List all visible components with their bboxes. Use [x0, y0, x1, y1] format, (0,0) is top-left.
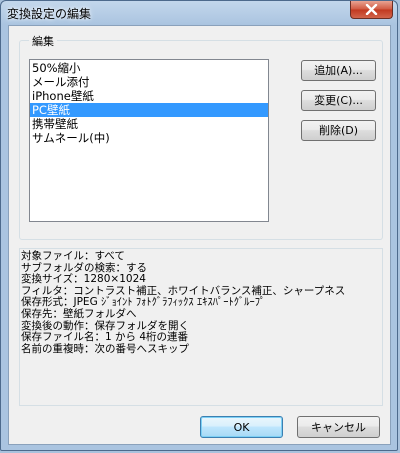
summary-line: 保存ファイル名：1 から 4桁の連番 — [21, 331, 189, 344]
dialog-window: 変換設定の編集 編集 50%縮小 メール添付 iPhone壁紙 PC壁紙 携帯壁紙 サムネ… — [0, 0, 398, 451]
list-item[interactable]: 50%縮小 — [30, 61, 268, 75]
window-title: 変換設定の編集 — [7, 7, 92, 21]
settings-summary-panel: 対象ファイル：すべて サブフォルダの検索：する 変換サイズ：1280×1024 フィル… — [19, 248, 383, 406]
ok-button[interactable]: OK — [200, 416, 283, 438]
dialog-body: 編集 50%縮小 メール添付 iPhone壁紙 PC壁紙 携帯壁紙 サムネール(中) 追加… — [8, 25, 391, 445]
close-icon — [365, 4, 378, 15]
list-item[interactable]: 携帯壁紙 — [30, 117, 268, 131]
preset-listbox[interactable]: 50%縮小 メール添付 iPhone壁紙 PC壁紙 携帯壁紙 サムネール(中) — [29, 59, 269, 222]
close-button[interactable] — [350, 1, 393, 19]
title-bar[interactable]: 変換設定の編集 — [1, 1, 399, 25]
edit-group-label: 編集 — [29, 33, 57, 49]
edit-group: 編集 50%縮小 メール添付 iPhone壁紙 PC壁紙 携帯壁紙 サムネール(中) 追加… — [19, 33, 383, 240]
change-button[interactable]: 変更(C)... — [301, 90, 376, 111]
summary-line: 保存先：壁紙フォルダへ — [21, 307, 137, 320]
cancel-button[interactable]: キャンセル — [297, 416, 380, 438]
list-item[interactable]: iPhone壁紙 — [30, 89, 268, 103]
summary-line: 名前の重複時：次の番号へスキップ — [21, 342, 189, 355]
list-item[interactable]: サムネール(中) — [30, 131, 268, 145]
delete-button[interactable]: 削除(D) — [301, 120, 376, 141]
list-item[interactable]: PC壁紙 — [30, 103, 268, 117]
summary-line: 対象ファイル：すべて — [21, 250, 125, 262]
add-button[interactable]: 追加(A)... — [301, 60, 376, 81]
list-item[interactable]: メール添付 — [30, 75, 268, 89]
